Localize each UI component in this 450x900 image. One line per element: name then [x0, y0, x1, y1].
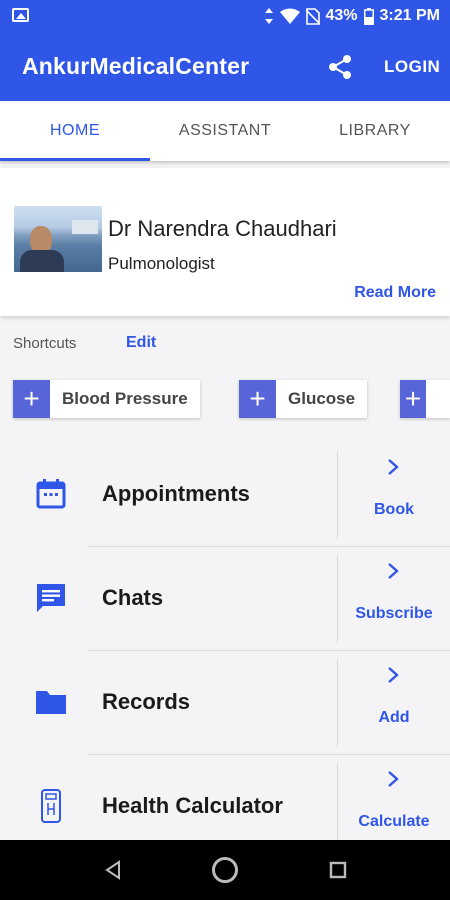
recents-icon[interactable] [329, 861, 347, 879]
vibrate-icon [264, 8, 273, 24]
menu-label: Appointments [102, 481, 250, 506]
battery-icon [363, 7, 374, 25]
shortcut-label: Blood Pressure [62, 389, 188, 408]
tab-assistant[interactable]: ASSISTANT [150, 101, 300, 161]
menu-label: Records [102, 689, 191, 714]
app-bar: AnkurMedicalCenter LOGIN [0, 31, 450, 101]
status-icons: 43% 3:21 PM [264, 6, 440, 26]
menu-row-records[interactable]: Records Add [0, 651, 450, 755]
battery-percent: 43% [325, 7, 358, 24]
calculator-icon [41, 789, 61, 823]
menu-label: Chats [102, 585, 164, 610]
add-button[interactable]: Add [338, 709, 450, 727]
home-icon[interactable] [211, 856, 239, 884]
subscribe-button[interactable]: Subscribe [338, 605, 450, 623]
chevron-right-icon[interactable] [383, 561, 403, 581]
read-more-link[interactable]: Read More [354, 284, 436, 302]
gallery-icon [12, 8, 29, 22]
shortcuts-edit-button[interactable]: Edit [126, 334, 156, 352]
wifi-icon [279, 8, 300, 24]
shortcut-partial[interactable]: + [400, 380, 450, 418]
status-bar: 43% 3:21 PM [0, 0, 450, 31]
app-title: AnkurMedicalCenter [22, 53, 250, 79]
shortcut-label: Glucose [288, 389, 356, 408]
back-icon[interactable] [103, 860, 123, 880]
system-nav-bar [0, 840, 450, 900]
doctor-name: Dr Narendra Chaudhari [108, 216, 337, 241]
shortcuts-label: Shortcuts [13, 335, 77, 352]
plus-icon: + [400, 380, 426, 418]
menu-label: Health Calculator [102, 793, 283, 818]
folder-icon [36, 691, 66, 714]
chevron-right-icon[interactable] [383, 665, 403, 685]
doctor-specialty: Pulmonologist [108, 254, 215, 273]
calculate-button[interactable]: Calculate [338, 813, 450, 831]
clock: 3:21 PM [379, 7, 440, 24]
chevron-right-icon[interactable] [383, 769, 403, 789]
tab-library[interactable]: LIBRARY [300, 101, 450, 161]
calendar-icon [36, 479, 66, 509]
share-icon[interactable] [326, 53, 354, 81]
tab-bar: HOME ASSISTANT LIBRARY [0, 101, 450, 161]
no-sim-icon [305, 7, 320, 25]
plus-icon: + [13, 380, 50, 418]
plus-icon: + [239, 380, 276, 418]
menu-row-chats[interactable]: Chats Subscribe [0, 547, 450, 651]
chevron-right-icon[interactable] [383, 457, 403, 477]
login-button[interactable]: LOGIN [384, 57, 440, 77]
chat-icon [37, 584, 65, 612]
book-button[interactable]: Book [338, 501, 450, 519]
menu-row-appointments[interactable]: Appointments Book [0, 443, 450, 547]
shortcut-glucose[interactable]: + Glucose [239, 380, 368, 418]
doctor-card[interactable]: Dr Narendra Chaudhari Pulmonologist Read… [0, 168, 450, 316]
doctor-photo [14, 206, 102, 272]
shortcut-blood-pressure[interactable]: + Blood Pressure [13, 380, 200, 418]
tab-home[interactable]: HOME [0, 101, 150, 161]
